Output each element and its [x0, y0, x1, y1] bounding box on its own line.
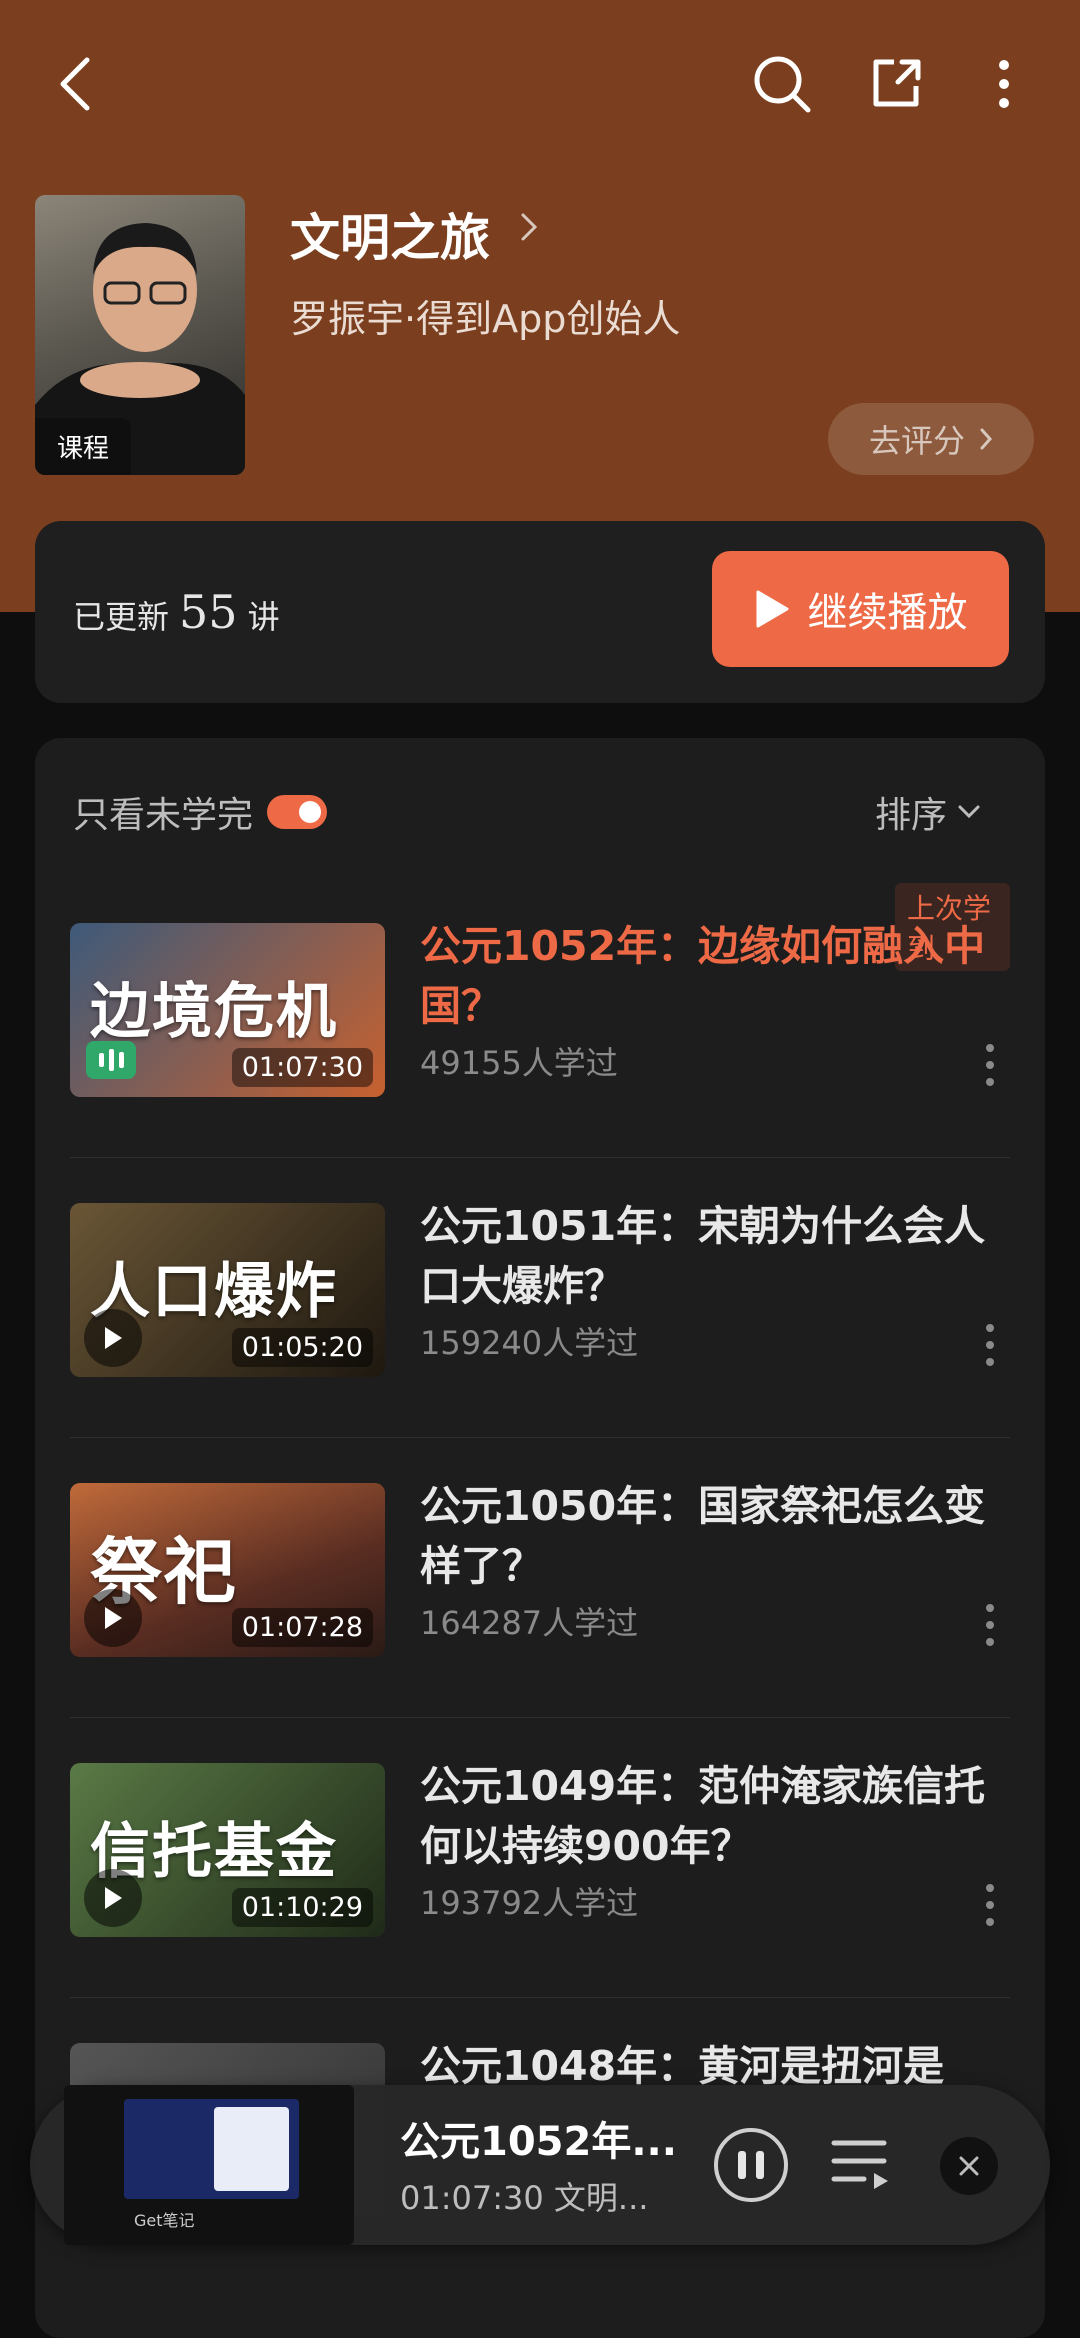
chevron-right-icon: [980, 428, 993, 450]
episode-item[interactable]: 人口爆炸 01:05:20 公元1051年：宋朝为什么会人口大爆炸？ 15924…: [70, 1158, 1010, 1438]
player-thumbnail[interactable]: Get笔记: [64, 2085, 354, 2245]
close-player-button[interactable]: [940, 2137, 998, 2195]
episode-more-button[interactable]: [975, 1600, 1005, 1650]
player-thumb-caption: Get笔记: [134, 2211, 195, 2230]
share-button[interactable]: [856, 44, 936, 124]
player-title[interactable]: 公元1052年...: [400, 2109, 677, 2167]
episode-title[interactable]: 公元1052年：边缘如何融入中国？: [420, 916, 990, 1036]
rate-button[interactable]: 去评分: [828, 403, 1034, 475]
continue-play-button[interactable]: 继续播放: [712, 551, 1009, 667]
episode-title[interactable]: 公元1050年：国家祭祀怎么变样了？: [420, 1476, 990, 1596]
episode-duration: 01:10:29: [231, 1888, 373, 1927]
more-vertical-icon: [986, 1884, 994, 1926]
course-cover[interactable]: 课程: [35, 195, 245, 475]
episode-item[interactable]: 上次学到 边境危机 01:07:30 公元1052年：边缘如何融入中国？ 491…: [70, 878, 1010, 1158]
learner-count: 159240人学过: [420, 1324, 639, 1362]
chevron-down-icon: [958, 805, 980, 819]
episode-more-button[interactable]: [975, 1040, 1005, 1090]
filter-unfinished[interactable]: 只看未学完: [73, 786, 328, 838]
playlist-icon: [831, 2140, 888, 2189]
episode-more-button[interactable]: [975, 1320, 1005, 1370]
sort-button[interactable]: 排序: [875, 786, 981, 838]
episode-item[interactable]: 信托基金 01:10:29 公元1049年：范仲淹家族信托何以持续900年？ 1…: [70, 1718, 1010, 1998]
episode-thumbnail[interactable]: 祭祀 01:07:28: [70, 1483, 385, 1657]
episode-duration: 01:05:20: [231, 1328, 373, 1367]
episode-title[interactable]: 公元1051年：宋朝为什么会人口大爆炸？: [420, 1196, 990, 1316]
episode-thumbnail[interactable]: 信托基金 01:10:29: [70, 1763, 385, 1937]
learner-count: 164287人学过: [420, 1604, 639, 1642]
cover-tag: 课程: [35, 418, 132, 475]
filter-toggle[interactable]: [267, 795, 328, 829]
share-icon: [873, 59, 921, 107]
update-count-text: 已更新 55 讲: [73, 585, 280, 639]
player-thumb-screen: [124, 2099, 299, 2199]
title-chevron[interactable]: [520, 212, 538, 246]
more-vertical-icon: [986, 1324, 994, 1366]
update-prefix: 已更新: [73, 598, 170, 636]
episode-thumbnail[interactable]: 边境危机 01:07:30: [70, 923, 385, 1097]
play-icon: [756, 590, 788, 628]
close-icon: [959, 2156, 979, 2176]
filter-label: 只看未学完: [73, 795, 254, 836]
episode-more-button[interactable]: [975, 1880, 1005, 1930]
update-count: 55: [179, 585, 238, 639]
continue-play-label: 继续播放: [807, 590, 968, 636]
playlist-button[interactable]: [830, 2135, 894, 2199]
mini-player[interactable]: Get笔记 公元1052年... 01:07:30 文明...: [30, 2085, 1050, 2245]
episode-title[interactable]: 公元1049年：范仲淹家族信托何以持续900年？: [420, 1756, 990, 1876]
more-vertical-icon: [986, 1044, 994, 1086]
chevron-left-icon: [60, 57, 90, 111]
update-card: 已更新 55 讲 继续播放: [35, 521, 1045, 703]
now-playing-icon: [86, 1041, 136, 1079]
pause-button[interactable]: [714, 2128, 788, 2202]
back-button[interactable]: [40, 44, 110, 124]
play-circle-icon[interactable]: [84, 1869, 142, 1927]
search-icon: [754, 56, 811, 113]
play-circle-icon[interactable]: [84, 1309, 142, 1367]
learner-count: 193792人学过: [420, 1884, 639, 1922]
episode-item[interactable]: 祭祀 01:07:28 公元1050年：国家祭祀怎么变样了？ 164287人学过: [70, 1438, 1010, 1718]
author-subtitle: 罗振宇·得到App创始人: [290, 297, 681, 341]
play-circle-icon[interactable]: [84, 1589, 142, 1647]
learner-count: 49155人学过: [420, 1044, 618, 1082]
update-suffix: 讲: [247, 598, 280, 636]
player-subtitle: 01:07:30 文明...: [400, 2179, 649, 2217]
chevron-right-icon: [521, 213, 538, 241]
episode-duration: 01:07:28: [231, 1608, 373, 1647]
course-title[interactable]: 文明之旅: [290, 198, 490, 270]
sort-label: 排序: [875, 795, 948, 836]
more-vertical-icon: [999, 60, 1009, 108]
more-vertical-icon: [986, 1604, 994, 1646]
search-button[interactable]: [742, 44, 822, 124]
top-bar: [0, 0, 1080, 160]
episode-duration: 01:07:30: [231, 1048, 373, 1087]
rate-label: 去评分: [868, 422, 965, 460]
episode-thumbnail[interactable]: 人口爆炸 01:05:20: [70, 1203, 385, 1377]
more-options-button[interactable]: [968, 44, 1040, 124]
thumb-title: 边境危机: [90, 977, 338, 1047]
